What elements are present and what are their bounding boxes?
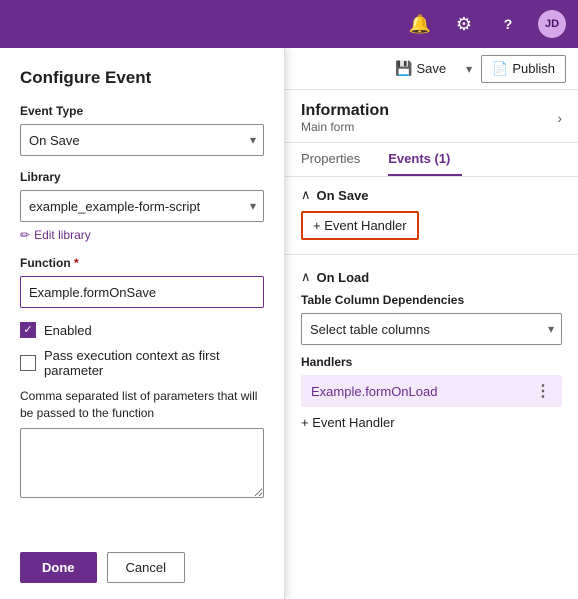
pass-context-row: Pass execution context as first paramete… xyxy=(20,348,264,378)
pencil-icon: ✏ xyxy=(20,228,30,242)
params-group: Comma separated list of parameters that … xyxy=(20,388,264,501)
handler-menu-icon[interactable]: ⋮ xyxy=(535,381,552,401)
enabled-row: ✓ Enabled xyxy=(20,322,264,338)
table-col-select[interactable]: Select table columns xyxy=(301,313,562,345)
save-dropdown-button[interactable]: ▾ xyxy=(461,56,477,82)
edit-library-label: Edit library xyxy=(34,228,91,242)
event-type-group: Event Type On Save ▾ xyxy=(20,104,264,156)
info-text: Information Main form xyxy=(301,102,389,134)
on-load-handler-label: + Event Handler xyxy=(301,415,395,430)
avatar[interactable]: JD xyxy=(538,10,566,38)
info-title: Information xyxy=(301,102,389,120)
tabs-bar: Properties Events (1) xyxy=(285,143,578,177)
params-textarea[interactable] xyxy=(20,428,264,498)
check-icon: ✓ xyxy=(23,325,32,336)
save-label: Save xyxy=(417,61,447,76)
save-button[interactable]: 💾 Save xyxy=(384,54,457,83)
event-type-label: Event Type xyxy=(20,104,264,118)
publish-page-icon: 📄 xyxy=(492,61,508,77)
on-save-header: ∧ On Save xyxy=(301,187,562,203)
on-save-handler-label: + Event Handler xyxy=(313,218,407,233)
publish-label: Publish xyxy=(512,61,555,76)
on-load-chevron-icon[interactable]: ∧ xyxy=(301,269,311,285)
bell-icon[interactable]: 🔔 xyxy=(406,10,434,38)
handlers-label: Handlers xyxy=(301,355,562,369)
pass-context-label: Pass execution context as first paramete… xyxy=(44,348,264,378)
enabled-label: Enabled xyxy=(44,323,92,338)
table-col-label: Table Column Dependencies xyxy=(301,293,562,307)
configure-event-panel: Configure Event Event Type On Save ▾ Lib… xyxy=(0,48,285,599)
gear-icon[interactable]: ⚙ xyxy=(450,10,478,38)
info-header: Information Main form › xyxy=(301,102,562,134)
enabled-checkbox[interactable]: ✓ xyxy=(20,322,36,338)
library-group: Library example_example-form-script ▾ ✏ … xyxy=(20,170,264,242)
publish-button[interactable]: 📄 Publish xyxy=(481,55,566,83)
cancel-button[interactable]: Cancel xyxy=(107,552,185,583)
library-label: Library xyxy=(20,170,264,184)
toolbar: 💾 Save ▾ 📄 Publish xyxy=(285,48,578,90)
function-label: Function xyxy=(20,256,264,270)
right-panel: 💾 Save ▾ 📄 Publish Information Main form… xyxy=(285,48,578,599)
done-button[interactable]: Done xyxy=(20,552,97,583)
on-load-event-handler-button[interactable]: + Event Handler xyxy=(301,411,562,434)
event-type-select[interactable]: On Save xyxy=(20,124,264,156)
on-load-section: ∧ On Load Table Column Dependencies Sele… xyxy=(285,259,578,444)
pass-context-checkbox[interactable] xyxy=(20,355,36,371)
on-save-title: On Save xyxy=(317,188,369,203)
chevron-right-icon[interactable]: › xyxy=(557,110,562,126)
event-type-select-wrapper: On Save ▾ xyxy=(20,124,264,156)
on-save-event-handler-button[interactable]: + Event Handler xyxy=(301,211,419,240)
handler-name: Example.formOnLoad xyxy=(311,384,437,399)
help-icon[interactable]: ? xyxy=(494,10,522,38)
section-divider xyxy=(285,254,578,255)
library-select[interactable]: example_example-form-script xyxy=(20,190,264,222)
events-content: ∧ On Save + Event Handler ∧ On Load Tabl… xyxy=(285,177,578,599)
function-input[interactable] xyxy=(20,276,264,308)
table-col-select-wrapper: Select table columns ▾ xyxy=(301,313,562,345)
edit-library-link[interactable]: ✏ Edit library xyxy=(20,228,264,242)
save-disk-icon: 💾 xyxy=(395,60,412,77)
params-description: Comma separated list of parameters that … xyxy=(20,388,264,422)
dialog-buttons: Done Cancel xyxy=(20,540,264,583)
configure-event-title: Configure Event xyxy=(20,68,264,88)
handler-row: Example.formOnLoad ⋮ xyxy=(301,375,562,407)
on-load-title: On Load xyxy=(317,270,370,285)
tab-properties[interactable]: Properties xyxy=(301,143,372,176)
function-group: Function xyxy=(20,256,264,308)
on-save-chevron-icon[interactable]: ∧ xyxy=(301,187,311,203)
on-load-header: ∧ On Load xyxy=(301,269,562,285)
header-bar: 🔔 ⚙ ? JD xyxy=(0,0,578,48)
info-section: Information Main form › xyxy=(285,90,578,143)
info-subtitle: Main form xyxy=(301,120,389,134)
main-area: Configure Event Event Type On Save ▾ Lib… xyxy=(0,48,578,599)
on-save-section: ∧ On Save + Event Handler xyxy=(285,177,578,250)
tab-events[interactable]: Events (1) xyxy=(388,143,462,176)
library-select-wrapper: example_example-form-script ▾ xyxy=(20,190,264,222)
